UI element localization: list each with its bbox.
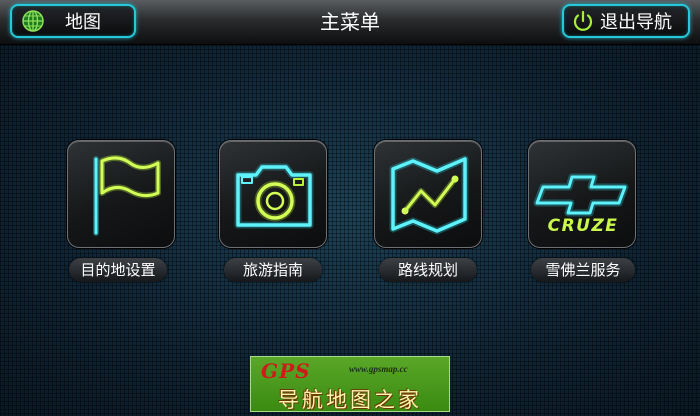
watermark-logo: GPS www.gpsmap.cc 导航地图之家 [250, 356, 450, 412]
destination-setting-label[interactable]: 目的地设置 [69, 258, 167, 282]
travel-guide-label[interactable]: 旅游指南 [224, 258, 322, 282]
exit-navigation-button[interactable]: 退出导航 [562, 4, 690, 38]
chevrolet-bowtie-icon: CRUZE [533, 173, 629, 236]
flag-icon [93, 155, 161, 236]
watermark-url: www.gpsmap.cc [349, 364, 408, 374]
travel-guide-tile[interactable] [219, 140, 327, 248]
route-map-icon [389, 155, 469, 235]
camera-icon [234, 163, 314, 229]
route-planning-tile[interactable] [374, 140, 482, 248]
chevrolet-service-label[interactable]: 雪佛兰服务 [531, 258, 635, 282]
exit-navigation-label: 退出导航 [600, 12, 672, 33]
cruze-text: CRUZE [548, 216, 619, 236]
power-icon [573, 10, 593, 31]
destination-setting-tile[interactable] [67, 140, 175, 248]
watermark-chinese-text: 导航地图之家 [278, 388, 422, 412]
top-bar: 地图 主菜单 退出导航 [0, 0, 700, 45]
chevrolet-service-tile[interactable]: CRUZE [528, 140, 636, 248]
watermark-brand: GPS [261, 359, 311, 383]
route-planning-label[interactable]: 路线规划 [379, 258, 477, 282]
